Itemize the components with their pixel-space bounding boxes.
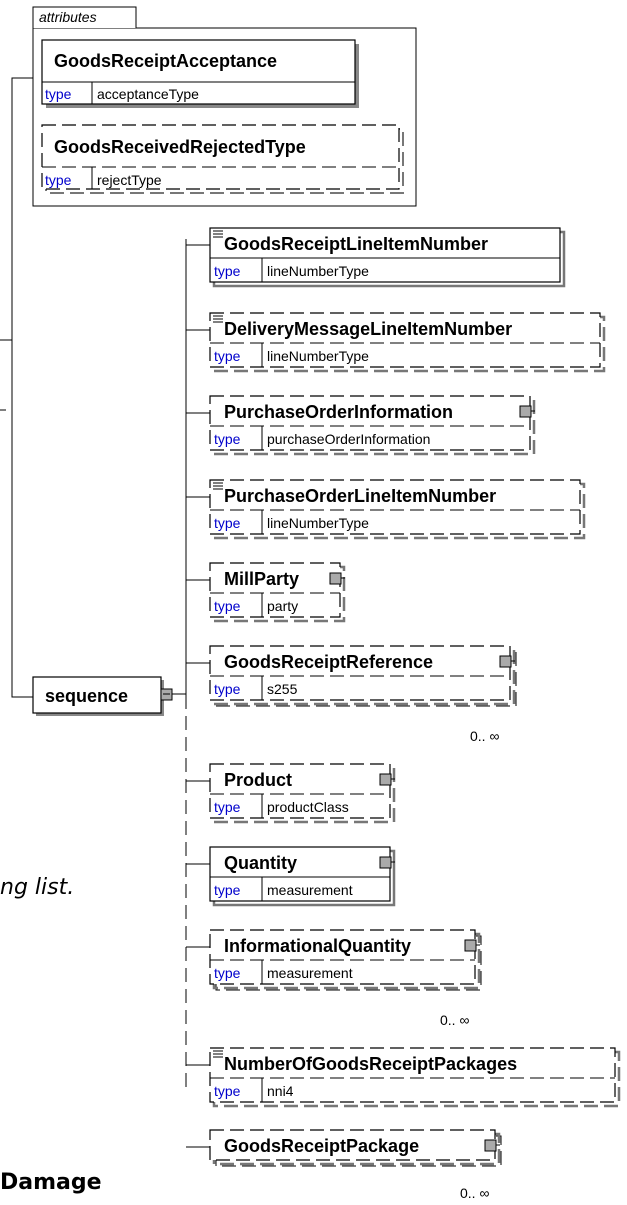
sequence-node[interactable]: sequence bbox=[32, 676, 186, 716]
type-keyword: type bbox=[45, 172, 72, 188]
schema-diagram: attributes GoodsReceiptAcceptance type a… bbox=[0, 6, 621, 1201]
element-quantity[interactable]: Quantity type measurement bbox=[186, 846, 396, 907]
element-name: GoodsReceiptPackage bbox=[224, 1136, 419, 1156]
sequence-label: sequence bbox=[45, 686, 128, 706]
type-keyword: type bbox=[214, 1083, 241, 1099]
element-list: GoodsReceiptLineItemNumber type lineNumber… bbox=[186, 227, 621, 1201]
element-type: lineNumberType bbox=[267, 348, 369, 364]
text-fragment-bold: Damage bbox=[0, 1170, 102, 1195]
element-number-of-goods-receipt-packages[interactable]: NumberOfGoodsReceiptPackages type nni4 bbox=[186, 1047, 621, 1108]
type-keyword: type bbox=[214, 681, 241, 697]
type-keyword: type bbox=[45, 86, 72, 102]
attribute-type: rejectType bbox=[97, 172, 162, 188]
element-name: GoodsReceiptReference bbox=[224, 652, 433, 672]
element-product[interactable]: Product type productClass bbox=[186, 763, 396, 824]
text-fragment-italic: ng list. bbox=[0, 875, 75, 900]
type-keyword: type bbox=[214, 799, 241, 815]
attributes-label: attributes bbox=[39, 9, 97, 25]
element-goods-receipt-line-item-number[interactable]: GoodsReceiptLineItemNumber type lineNumber… bbox=[186, 227, 566, 288]
element-type: lineNumberType bbox=[267, 263, 369, 279]
element-name: DeliveryMessageLineItemNumber bbox=[224, 319, 512, 339]
cardinality-label: 0.. ∞ bbox=[470, 728, 499, 744]
cardinality-label: 0.. ∞ bbox=[460, 1185, 489, 1201]
element-goods-receipt-package[interactable]: GoodsReceiptPackage 0.. ∞ bbox=[186, 1129, 502, 1201]
cardinality-label: 0.. ∞ bbox=[440, 1012, 469, 1028]
element-type: party bbox=[267, 598, 298, 614]
element-delivery-message-line-item-number[interactable]: DeliveryMessageLineItemNumber type lineNum… bbox=[186, 312, 606, 373]
element-type: productClass bbox=[267, 799, 349, 815]
element-type: nni4 bbox=[267, 1083, 294, 1099]
element-purchase-order-information[interactable]: PurchaseOrderInformation type purchaseOrde… bbox=[186, 395, 536, 456]
type-keyword: type bbox=[214, 515, 241, 531]
element-name: Product bbox=[224, 770, 292, 790]
type-keyword: type bbox=[214, 348, 241, 364]
element-name: InformationalQuantity bbox=[224, 936, 411, 956]
type-keyword: type bbox=[214, 431, 241, 447]
element-name: PurchaseOrderInformation bbox=[224, 402, 453, 422]
attribute-goods-receipt-acceptance[interactable]: GoodsReceiptAcceptance type acceptanceTy… bbox=[41, 39, 359, 108]
element-type: s255 bbox=[267, 681, 298, 697]
element-type: measurement bbox=[267, 965, 353, 981]
attribute-name: GoodsReceiptAcceptance bbox=[54, 51, 277, 71]
element-name: MillParty bbox=[224, 569, 299, 589]
element-purchase-order-line-item-number[interactable]: PurchaseOrderLineItemNumber type lineNumbe… bbox=[186, 479, 586, 540]
element-type: measurement bbox=[267, 882, 353, 898]
attributes-panel: attributes GoodsReceiptAcceptance type a… bbox=[32, 6, 417, 207]
type-keyword: type bbox=[214, 598, 241, 614]
attribute-type: acceptanceType bbox=[97, 86, 199, 102]
element-name: GoodsReceiptLineItemNumber bbox=[224, 234, 488, 254]
type-keyword: type bbox=[214, 263, 241, 279]
attribute-name: GoodsReceivedRejectedType bbox=[54, 137, 306, 157]
element-informational-quantity[interactable]: InformationalQuantity type measurement 0.. … bbox=[186, 929, 482, 1028]
type-keyword: type bbox=[214, 882, 241, 898]
element-mill-party[interactable]: MillParty type party bbox=[186, 562, 346, 623]
element-type: lineNumberType bbox=[267, 515, 369, 531]
element-goods-receipt-reference[interactable]: GoodsReceiptReference type s255 0.. ∞ bbox=[186, 645, 517, 744]
element-name: Quantity bbox=[224, 853, 297, 873]
element-type: purchaseOrderInformation bbox=[267, 431, 430, 447]
type-keyword: type bbox=[214, 965, 241, 981]
attribute-goods-received-rejected-type[interactable]: GoodsReceivedRejectedType type rejectTyp… bbox=[41, 124, 404, 194]
element-name: PurchaseOrderLineItemNumber bbox=[224, 486, 496, 506]
element-name: NumberOfGoodsReceiptPackages bbox=[224, 1054, 517, 1074]
left-connectors bbox=[0, 77, 33, 698]
